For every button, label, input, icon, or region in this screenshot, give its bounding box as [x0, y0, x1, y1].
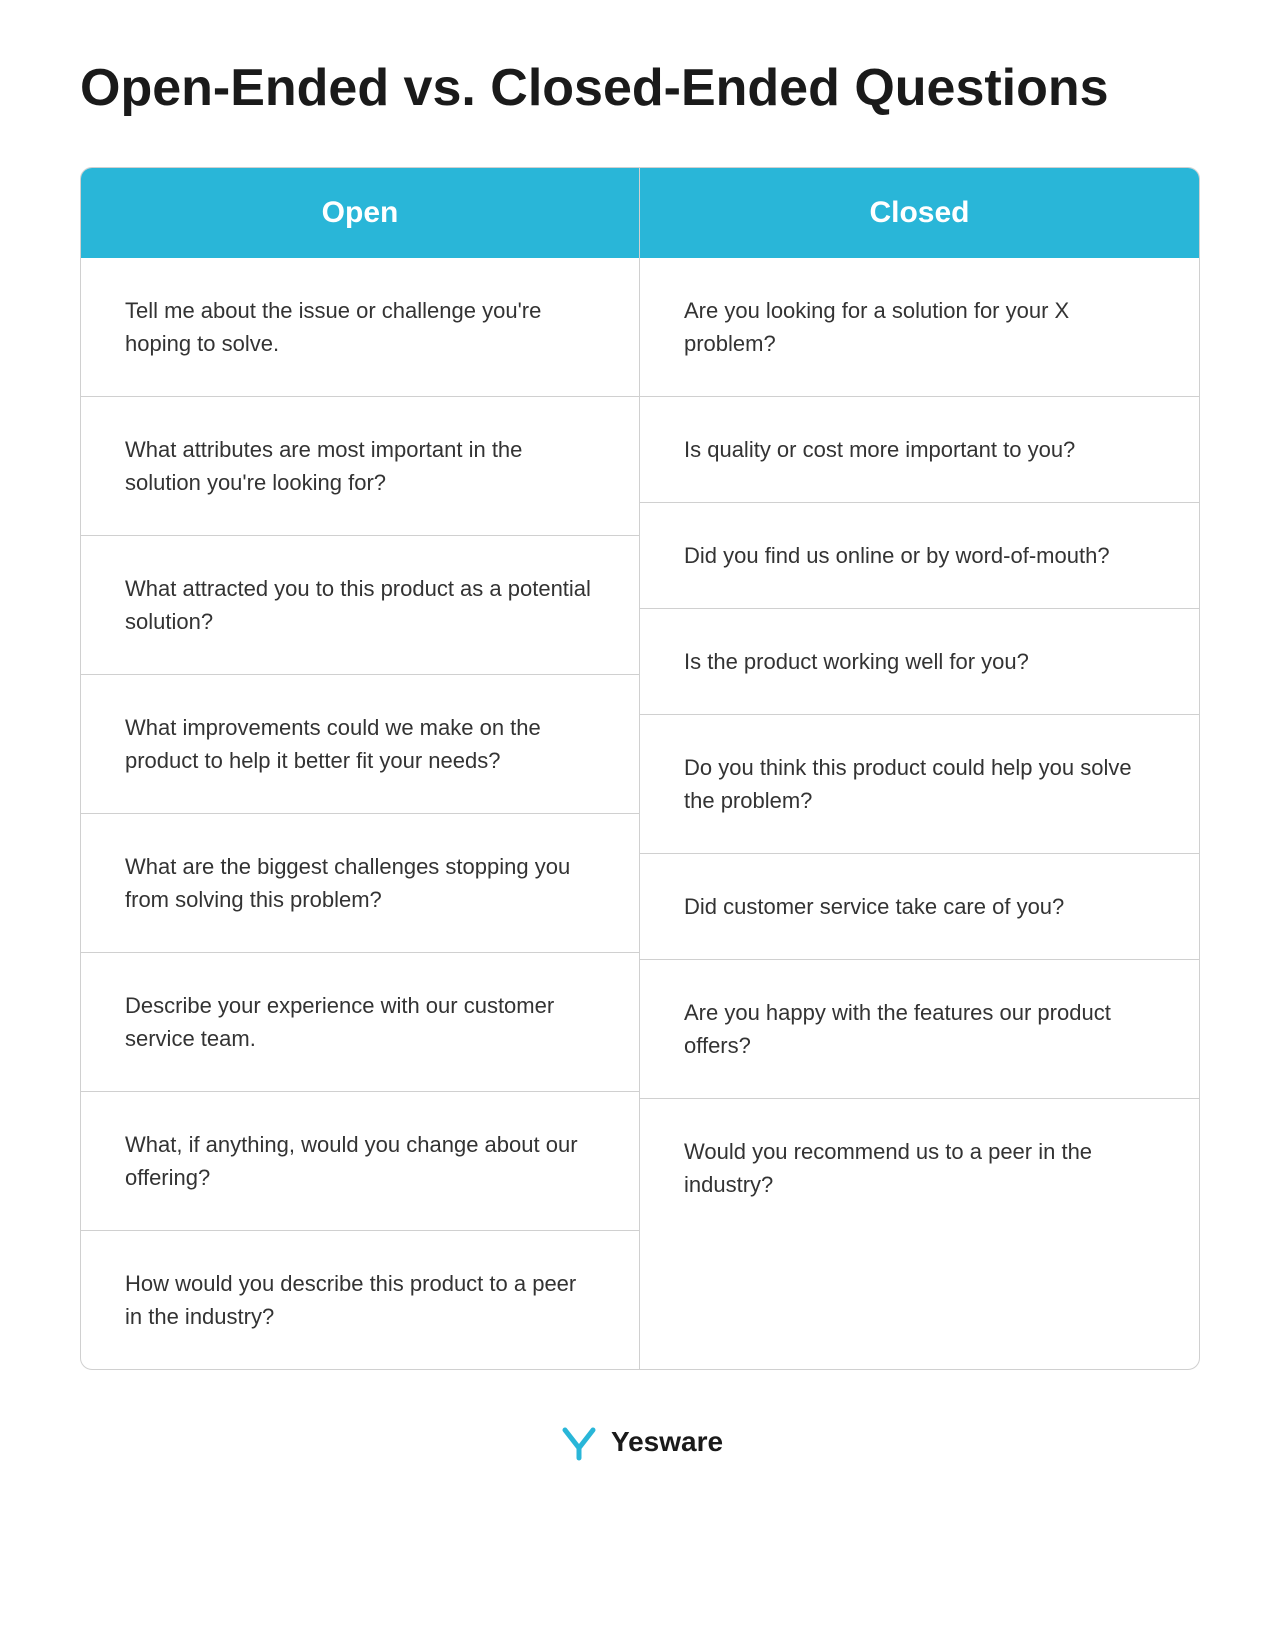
open-cell: How would you describe this product to a… [81, 1231, 639, 1369]
closed-cell: Do you think this product could help you… [640, 715, 1199, 854]
open-cell: What improvements could we make on the p… [81, 675, 639, 814]
open-header: Open [81, 168, 640, 258]
page-wrapper: Open-Ended vs. Closed-Ended Questions Op… [80, 60, 1200, 1464]
yesware-logo: Yesware [557, 1420, 723, 1464]
open-cell: What attributes are most important in th… [81, 397, 639, 536]
open-cell: What, if anything, would you change abou… [81, 1092, 639, 1231]
footer: Yesware [80, 1420, 1200, 1464]
yesware-icon [557, 1420, 601, 1464]
closed-column: Are you looking for a solution for your … [640, 258, 1199, 1369]
closed-cell: Did you find us online or by word-of-mou… [640, 503, 1199, 609]
open-column: Tell me about the issue or challenge you… [81, 258, 640, 1369]
comparison-table: Open Closed Tell me about the issue or c… [80, 167, 1200, 1370]
closed-cell: Are you happy with the features our prod… [640, 960, 1199, 1099]
closed-cell: Are you looking for a solution for your … [640, 258, 1199, 397]
open-cell: What attracted you to this product as a … [81, 536, 639, 675]
open-cell: Describe your experience with our custom… [81, 953, 639, 1092]
closed-header: Closed [640, 168, 1199, 258]
closed-cell: Would you recommend us to a peer in the … [640, 1099, 1199, 1237]
table-body: Tell me about the issue or challenge you… [81, 258, 1199, 1369]
open-cell: What are the biggest challenges stopping… [81, 814, 639, 953]
open-cell: Tell me about the issue or challenge you… [81, 258, 639, 397]
closed-cell: Is the product working well for you? [640, 609, 1199, 715]
page-title: Open-Ended vs. Closed-Ended Questions [80, 60, 1200, 117]
closed-cell: Did customer service take care of you? [640, 854, 1199, 960]
table-header: Open Closed [81, 168, 1199, 258]
closed-cell: Is quality or cost more important to you… [640, 397, 1199, 503]
brand-name: Yesware [611, 1426, 723, 1458]
